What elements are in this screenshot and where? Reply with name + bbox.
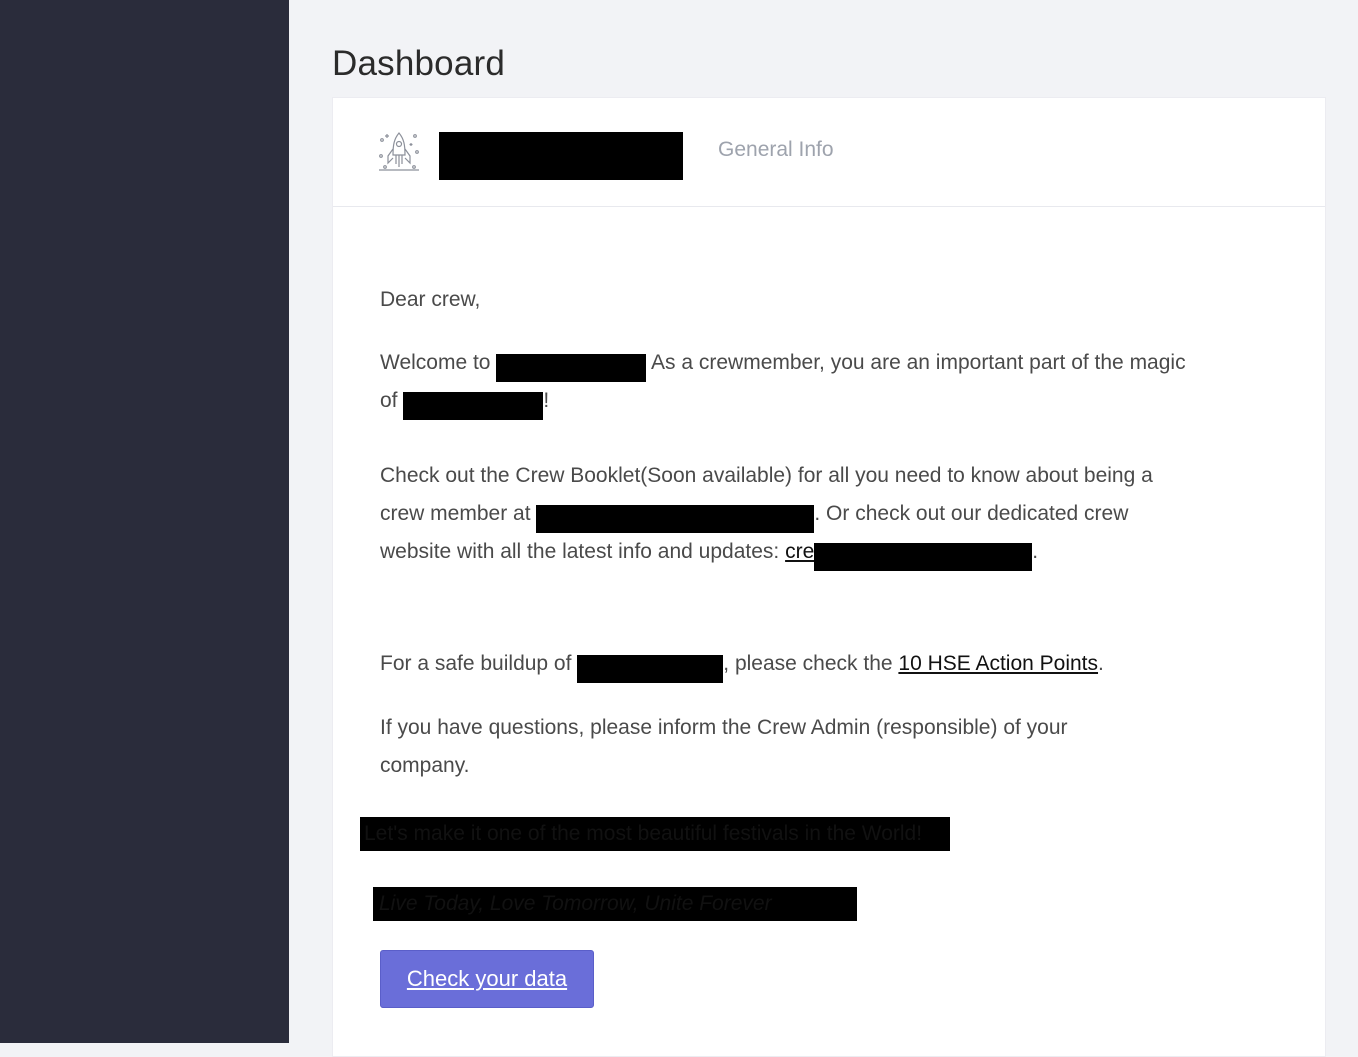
booklet-paragraph: Check out the Crew Booklet(Soon availabl…	[380, 457, 1200, 571]
card-subtitle: General Info	[718, 138, 834, 161]
event-name: Tomorrowland 2023	[439, 132, 684, 180]
welcome-paragraph: Welcome to Tomorrowland. As a crewmember…	[380, 344, 1200, 420]
card-header: Tomorrowland 2023 General Info	[333, 98, 1325, 207]
redacted-slogan-2: Live Today, Love Tomorrow, Unite Forever	[373, 887, 857, 921]
crew-website-link[interactable]: crew.tomorrowland.com	[785, 540, 1033, 571]
sidebar	[0, 0, 289, 1043]
info-card: Tomorrowland 2023 General Info Dear crew…	[332, 97, 1326, 1057]
redacted-text: Tomorrowland	[577, 655, 724, 683]
safety-paragraph: For a safe buildup of Tomorrowland, plea…	[380, 645, 1200, 683]
rocket-icon	[377, 130, 421, 172]
page-title: Dashboard	[332, 44, 506, 83]
redacted-text: Tomorrowland.	[496, 354, 647, 382]
greeting: Dear crew,	[380, 288, 481, 311]
check-your-data-button[interactable]: Check your data	[380, 950, 594, 1008]
redacted-text: Tomorrowland	[403, 392, 544, 420]
hse-action-points-link[interactable]: 10 HSE Action Points	[898, 652, 1098, 675]
redacted-text: Tomorrowland & Dreamville	[536, 505, 815, 533]
redacted-slogan-1: Let's make it one of the most beautiful …	[360, 817, 950, 851]
questions-paragraph: If you have questions, please inform the…	[380, 716, 1068, 777]
